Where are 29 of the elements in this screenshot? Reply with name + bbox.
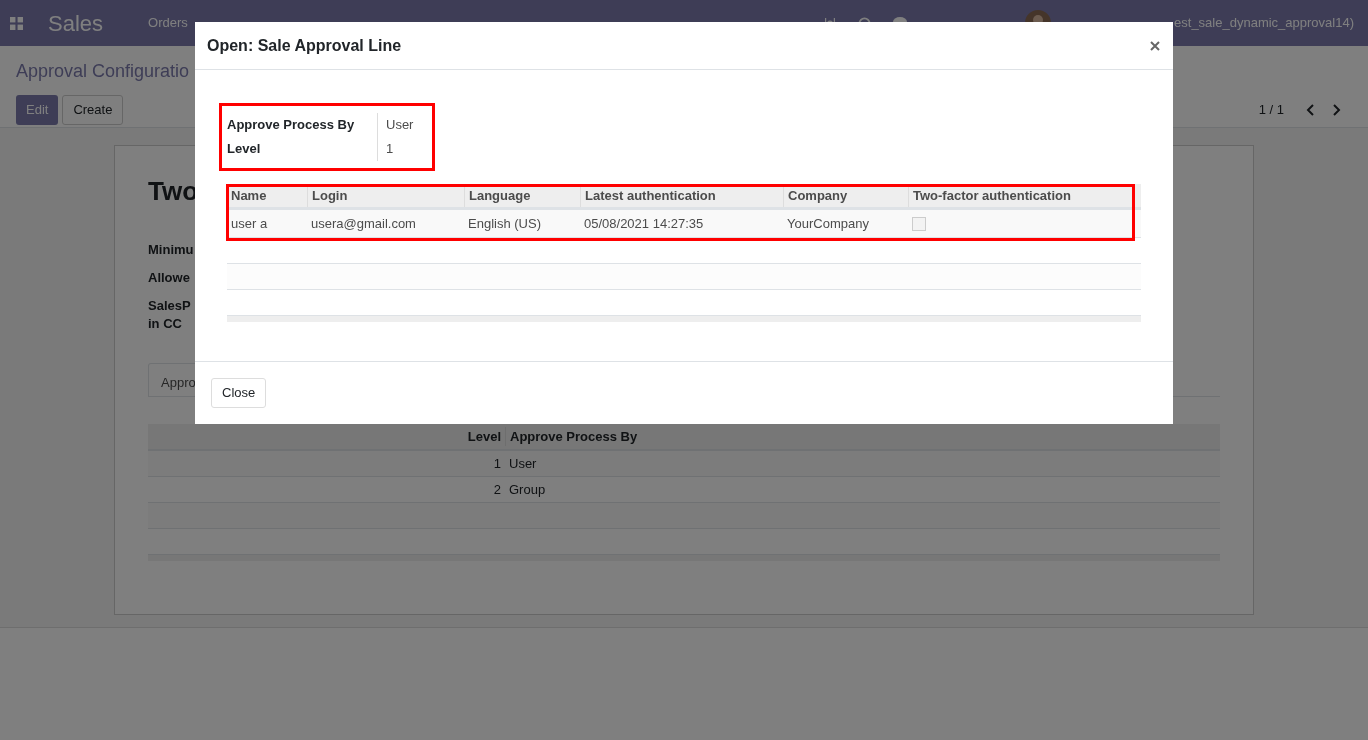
- create-button[interactable]: Create: [62, 95, 124, 125]
- apps-grid-icon[interactable]: [10, 16, 23, 30]
- close-icon[interactable]: [1150, 40, 1160, 51]
- next-icon[interactable]: [1333, 104, 1341, 116]
- field-label: SalesP in CC: [148, 297, 191, 333]
- table-cell-text: English (US): [467, 214, 542, 233]
- table-cell-text: YourCompany: [786, 214, 870, 233]
- column-header[interactable]: Level: [148, 426, 505, 447]
- table-cell-text: 1: [492, 454, 502, 473]
- dialog-title: Open: Sale Approval Line: [207, 35, 402, 56]
- previous-icon[interactable]: [1306, 104, 1314, 116]
- field-label: Minimu: [148, 241, 194, 259]
- table-cell-text: 2: [492, 480, 502, 499]
- field-label: Allowe: [148, 269, 190, 287]
- field-value: 1: [377, 137, 394, 161]
- pager: 1 / 1: [1258, 101, 1284, 120]
- record-title: Two: [148, 175, 199, 208]
- field-label: Level: [227, 140, 262, 159]
- two-factor-checkbox[interactable]: [912, 216, 926, 231]
- field-label: Approve Process By: [227, 116, 356, 135]
- table-cell-text: User: [508, 454, 537, 473]
- table-cell-text: usera@gmail.com: [310, 214, 417, 233]
- app-title: Sales: [48, 9, 104, 38]
- column-header[interactable]: Approve Process By: [505, 426, 638, 447]
- table-cell-text: 05/08/2021 14:27:35: [583, 214, 705, 233]
- table-cell-text: user a: [230, 214, 269, 233]
- table-cell-text: Group: [508, 480, 546, 499]
- field-value: User: [377, 113, 414, 137]
- close-button[interactable]: Close: [211, 378, 267, 408]
